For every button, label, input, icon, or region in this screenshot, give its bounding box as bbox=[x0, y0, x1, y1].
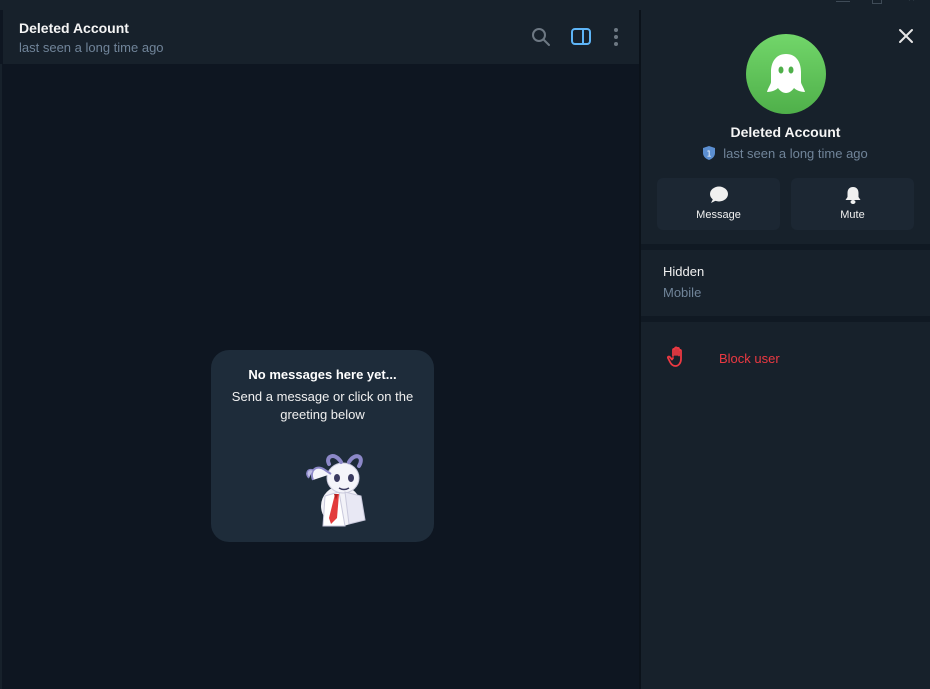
window-titlebar: × bbox=[0, 0, 930, 10]
avatar[interactable] bbox=[746, 34, 826, 114]
profile-status-row: 1 last seen a long time ago bbox=[641, 146, 930, 161]
chat-bubble-icon bbox=[709, 186, 729, 204]
search-icon[interactable] bbox=[530, 26, 552, 48]
side-panel-icon[interactable] bbox=[570, 26, 592, 48]
window-close-button[interactable]: × bbox=[908, 0, 922, 4]
phone-label: Mobile bbox=[663, 285, 702, 300]
ghost-icon bbox=[767, 54, 805, 93]
more-vertical-icon[interactable] bbox=[605, 26, 627, 48]
close-icon[interactable] bbox=[897, 27, 915, 45]
empty-chat-text: Send a message or click on the greeting … bbox=[231, 389, 414, 422]
chat-messages-area[interactable]: No messages here yet... Send a message o… bbox=[0, 64, 640, 689]
block-user-button[interactable]: Block user bbox=[641, 322, 930, 370]
mute-button-label: Mute bbox=[840, 209, 865, 221]
shield-badge-number: 1 bbox=[707, 150, 712, 159]
maximize-button[interactable] bbox=[872, 0, 882, 4]
profile-panel: Deleted Account 1 last seen a long time … bbox=[641, 10, 930, 689]
shield-icon: 1 bbox=[703, 146, 716, 160]
block-user-label: Block user bbox=[719, 351, 780, 366]
bell-icon bbox=[843, 186, 863, 204]
mute-button[interactable]: Mute bbox=[791, 178, 914, 230]
greeting-sticker[interactable] bbox=[299, 448, 371, 528]
profile-name: Deleted Account bbox=[730, 124, 841, 140]
empty-chat-card: No messages here yet... Send a message o… bbox=[211, 350, 434, 542]
hand-stop-icon bbox=[667, 346, 687, 368]
chat-header[interactable]: Deleted Account last seen a long time ag… bbox=[3, 10, 639, 64]
message-button[interactable]: Message bbox=[657, 178, 780, 230]
phone-value: Hidden bbox=[663, 264, 705, 279]
chat-status: last seen a long time ago bbox=[19, 40, 164, 55]
empty-chat-title: No messages here yet... bbox=[248, 367, 397, 382]
minimize-button[interactable] bbox=[836, 0, 850, 2]
chat-title[interactable]: Deleted Account bbox=[19, 20, 129, 36]
profile-status: last seen a long time ago bbox=[723, 146, 868, 161]
phone-info[interactable]: Hidden Mobile bbox=[641, 250, 930, 316]
message-button-label: Message bbox=[696, 209, 741, 221]
